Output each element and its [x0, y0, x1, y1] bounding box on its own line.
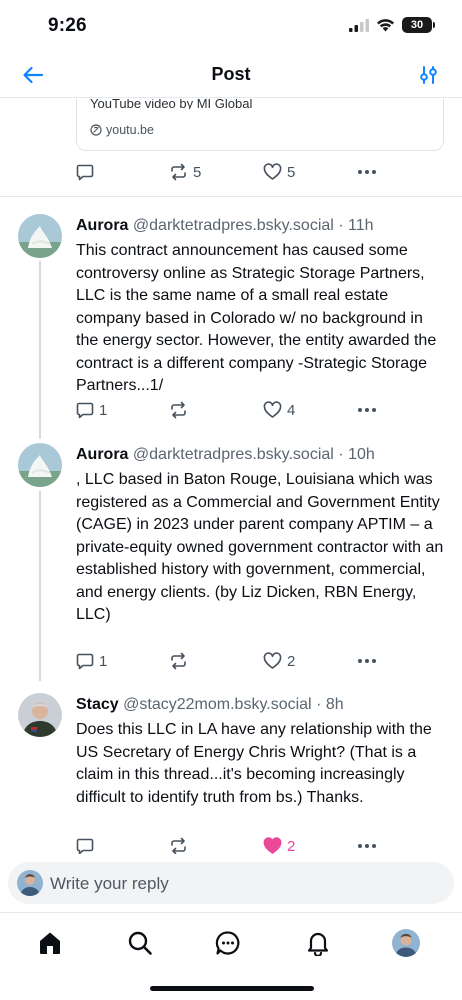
repost-count: 5: [193, 163, 202, 181]
top-bar: Post: [0, 52, 462, 98]
post-header: Aurora @darktetradpres.bsky.social · 11h: [76, 216, 374, 236]
like-button[interactable]: 2: [263, 834, 295, 854]
page-title: Post: [211, 64, 251, 84]
avatar-image: [17, 870, 43, 896]
post-actions: 5 5: [76, 160, 396, 184]
divider: [0, 196, 462, 197]
author-name[interactable]: Aurora: [76, 217, 128, 234]
more-options-button[interactable]: [357, 398, 377, 422]
speech-bubble-icon: [76, 402, 94, 419]
nav-chat[interactable]: [212, 927, 244, 959]
home-icon: [40, 932, 60, 954]
like-count: 5: [287, 163, 296, 181]
search-icon: [128, 931, 152, 955]
nav-search[interactable]: [124, 927, 156, 959]
avatar-image: [18, 214, 62, 258]
author-handle[interactable]: @darktetradpres.bsky.social: [133, 217, 334, 234]
nav-notifications[interactable]: [302, 927, 334, 959]
repost-arrows-icon: [171, 837, 186, 854]
post-actions: 2: [76, 834, 396, 854]
repost-arrows-icon: [171, 652, 186, 670]
avatar-image: [18, 693, 62, 737]
repost-button[interactable]: [169, 834, 193, 854]
nav-profile[interactable]: [390, 927, 422, 959]
profile-avatar: [392, 929, 420, 957]
repost-arrows-icon: [171, 401, 186, 419]
post-header: Aurora @darktetradpres.bsky.social · 10h: [76, 445, 375, 465]
post-time: · 10h: [338, 446, 375, 463]
embed-domain: youtu.be: [90, 123, 154, 137]
link-embed-card[interactable]: YouTube video by MI Global youtu.be: [76, 99, 444, 151]
reply-composer[interactable]: Write your reply: [8, 862, 454, 904]
avatar-image: [18, 443, 62, 487]
like-count: 4: [287, 401, 296, 419]
speech-bubble-icon: [76, 653, 94, 670]
more-options-button[interactable]: [357, 160, 377, 184]
avatar[interactable]: [18, 214, 62, 258]
post-time: · 8h: [316, 696, 344, 713]
post-body: Does this LLC in LA have any relationshi…: [76, 721, 432, 806]
author-handle[interactable]: @darktetradpres.bsky.social: [133, 446, 334, 463]
thread-options-button[interactable]: [414, 61, 442, 89]
status-bar: 9:26 30: [0, 0, 462, 52]
ellipsis-icon: [358, 659, 376, 663]
heart-icon: [263, 652, 282, 669]
chat-icon: [215, 931, 240, 955]
post-body: , LLC based in Baton Rouge, Louisiana wh…: [76, 471, 444, 623]
reply-placeholder: Write your reply: [50, 874, 169, 893]
avatar: [17, 870, 43, 896]
post-actions: 1 2: [76, 649, 396, 673]
home-indicator: [150, 986, 314, 991]
speech-bubble-icon: [76, 838, 94, 854]
ellipsis-icon: [358, 408, 376, 412]
signal-icon: [349, 18, 369, 32]
author-handle[interactable]: @stacy22mom.bsky.social: [123, 696, 311, 713]
repost-button[interactable]: [169, 398, 193, 422]
post-actions: 1 4: [76, 398, 396, 422]
like-count: 2: [287, 652, 296, 670]
status-time: 9:26: [48, 15, 87, 36]
avatar[interactable]: [18, 693, 62, 737]
bell-icon: [307, 932, 329, 956]
heart-icon: [263, 401, 282, 418]
repost-button[interactable]: [169, 649, 193, 673]
repost-button[interactable]: 5: [169, 160, 201, 184]
battery-indicator: 30: [402, 17, 435, 33]
embed-domain-text: youtu.be: [106, 123, 154, 137]
sliders-icon: [420, 66, 437, 84]
author-name[interactable]: Stacy: [76, 696, 119, 713]
status-icons: 30: [349, 17, 435, 33]
embed-description: YouTube video by MI Global: [90, 99, 253, 109]
repost-arrows-icon: [171, 163, 186, 181]
nav-home[interactable]: [34, 927, 66, 959]
bottom-navigation: [0, 912, 462, 1000]
reply-count: 1: [99, 401, 108, 419]
reply-button[interactable]: 1: [76, 398, 107, 422]
globe-icon: [90, 124, 102, 136]
wifi-icon: [377, 19, 394, 32]
reply-button[interactable]: [76, 834, 99, 854]
avatar[interactable]: [18, 443, 62, 487]
reply-button[interactable]: 1: [76, 649, 107, 673]
ellipsis-icon: [358, 170, 376, 174]
like-button[interactable]: 5: [263, 160, 295, 184]
ellipsis-icon: [358, 844, 376, 848]
more-options-button[interactable]: [357, 649, 377, 673]
heart-icon: [263, 163, 282, 180]
post-body: This contract announcement has caused so…: [76, 242, 437, 394]
thread-connector: [39, 491, 41, 681]
post-header: Stacy @stacy22mom.bsky.social · 8h: [76, 695, 344, 715]
like-count: 2: [287, 837, 296, 855]
thread-connector: [39, 261, 41, 439]
like-button[interactable]: 4: [263, 398, 295, 422]
thread-feed[interactable]: YouTube video by MI Global youtu.be 5 5: [0, 99, 462, 854]
reply-count: 1: [99, 652, 108, 670]
author-name[interactable]: Aurora: [76, 446, 128, 463]
reply-button[interactable]: [76, 160, 99, 184]
like-button[interactable]: 2: [263, 649, 295, 673]
heart-filled-icon: [263, 837, 282, 854]
speech-bubble-icon: [76, 164, 94, 181]
more-options-button[interactable]: [357, 834, 377, 854]
post-time: · 11h: [338, 217, 374, 234]
